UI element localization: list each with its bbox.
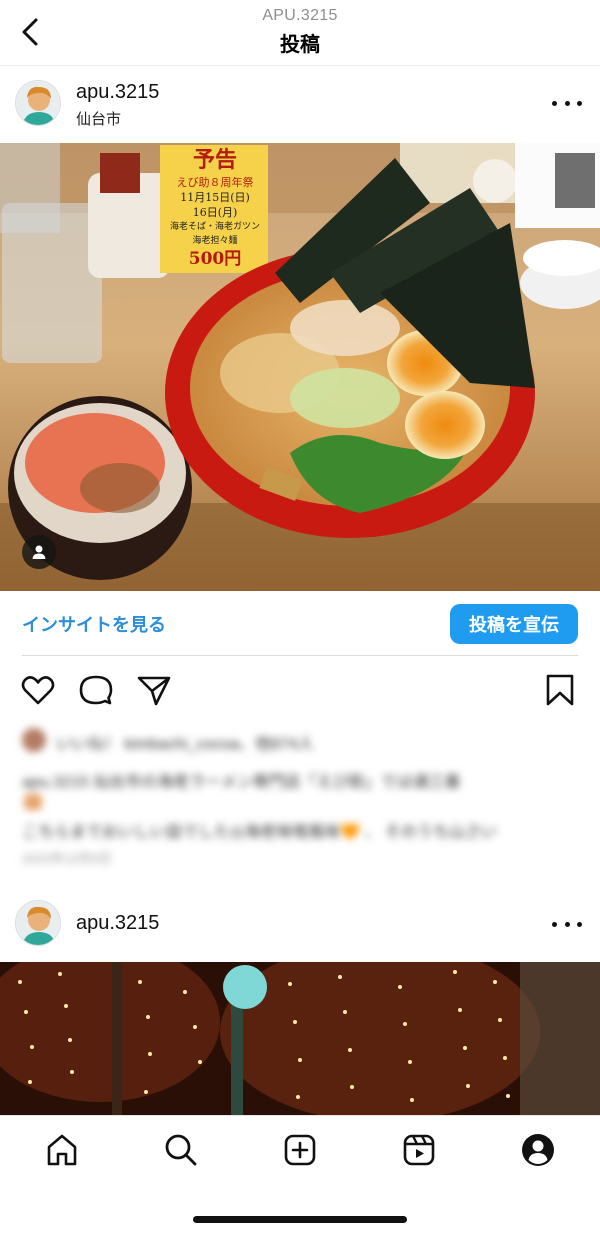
sign-line: 海老担々麺 — [192, 236, 238, 246]
plus-square-icon — [284, 1134, 316, 1166]
more-dot — [577, 100, 582, 106]
send-icon — [137, 676, 171, 706]
post-date: 2022年12月4日 — [22, 851, 112, 866]
profile-icon — [522, 1134, 554, 1166]
more-dot — [552, 100, 557, 106]
promote-post-button[interactable]: 投稿を宣伝 — [450, 604, 578, 644]
home-indicator — [193, 1216, 407, 1223]
account-handle: APU.3215 — [262, 7, 338, 24]
sign-line: 16日(月) — [192, 206, 238, 219]
post-header: apu.3215 — [0, 886, 600, 962]
divider — [22, 655, 578, 656]
more-dot — [564, 100, 570, 106]
nav-search[interactable] — [161, 1130, 201, 1170]
sign-price: 500円 — [188, 249, 242, 269]
search-icon — [165, 1134, 197, 1166]
nav-profile[interactable] — [518, 1130, 558, 1170]
top-bar: APU.3215 投稿 — [0, 0, 600, 66]
comment-icon — [79, 675, 113, 705]
post-caption-blurred: いいね！ kimbachi_cocoa、他874人 apu.3215 仙台市の海… — [22, 722, 578, 872]
comment-button[interactable] — [78, 672, 114, 708]
bookmark-icon — [546, 674, 574, 706]
more-dot — [577, 921, 582, 927]
sign-line: 海老そば・海老ガツン — [169, 222, 260, 232]
bottom-navigation — [0, 1115, 600, 1235]
sign-line: えび助８周年祭 — [176, 176, 254, 189]
emoji — [24, 794, 42, 810]
more-options-button[interactable] — [552, 91, 582, 115]
post-username[interactable]: apu.3215 — [76, 81, 159, 104]
view-insights-link[interactable]: インサイトを見る — [22, 611, 166, 637]
reels-icon — [403, 1134, 435, 1166]
photo-sign: 予告 えび助８周年祭 11月15日(日) 16日(月) 海老そば・海老ガツン 海… — [163, 147, 267, 270]
post-username[interactable]: apu.3215 — [76, 912, 159, 935]
liker-avatar — [22, 728, 46, 752]
like-button[interactable] — [20, 672, 56, 708]
sign-heading: 予告 — [192, 147, 237, 173]
more-dot — [564, 921, 570, 927]
heart-icon — [21, 676, 55, 705]
post-photo[interactable]: 予告 えび助８周年祭 11月15日(日) 16日(月) 海老そば・海老ガツン 海… — [0, 143, 600, 591]
post-location[interactable]: 仙台市 — [76, 108, 121, 129]
more-dot — [552, 921, 557, 927]
more-options-button[interactable] — [552, 912, 582, 936]
nav-home[interactable] — [42, 1130, 82, 1170]
post-photo[interactable] — [0, 962, 600, 1115]
post-header: apu.3215 仙台市 — [0, 67, 600, 143]
avatar[interactable] — [15, 900, 61, 946]
nav-reels[interactable] — [399, 1130, 439, 1170]
nav-create[interactable] — [280, 1130, 320, 1170]
likes-text: いいね！ kimbachi_cocoa、他874人 — [56, 736, 314, 753]
person-tag-icon — [32, 545, 46, 559]
caption-text: apu.3215 仙台市の海老ラーメン専門店「えび助」では通三番 — [22, 774, 461, 791]
sign-line: 11月15日(日) — [180, 191, 250, 204]
share-button[interactable] — [136, 672, 172, 708]
save-button[interactable] — [542, 672, 578, 708]
caption-text-2: こちらまでおいしい皿でした◎海老味噌風味🧡 、 そのうち山さい — [22, 824, 497, 841]
avatar[interactable] — [15, 80, 61, 126]
home-icon — [47, 1134, 77, 1166]
tagged-people-button[interactable] — [22, 535, 56, 569]
page-title: 投稿 — [280, 34, 320, 56]
